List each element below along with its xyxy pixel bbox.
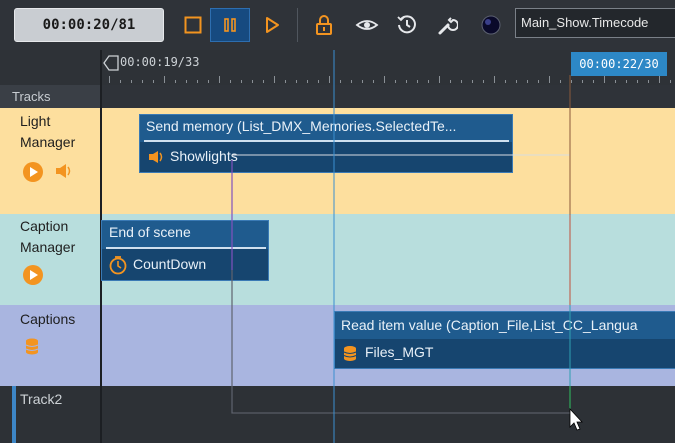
cursor-icon bbox=[569, 407, 583, 431]
connection-overlay bbox=[231, 50, 583, 443]
link-line bbox=[231, 160, 570, 414]
